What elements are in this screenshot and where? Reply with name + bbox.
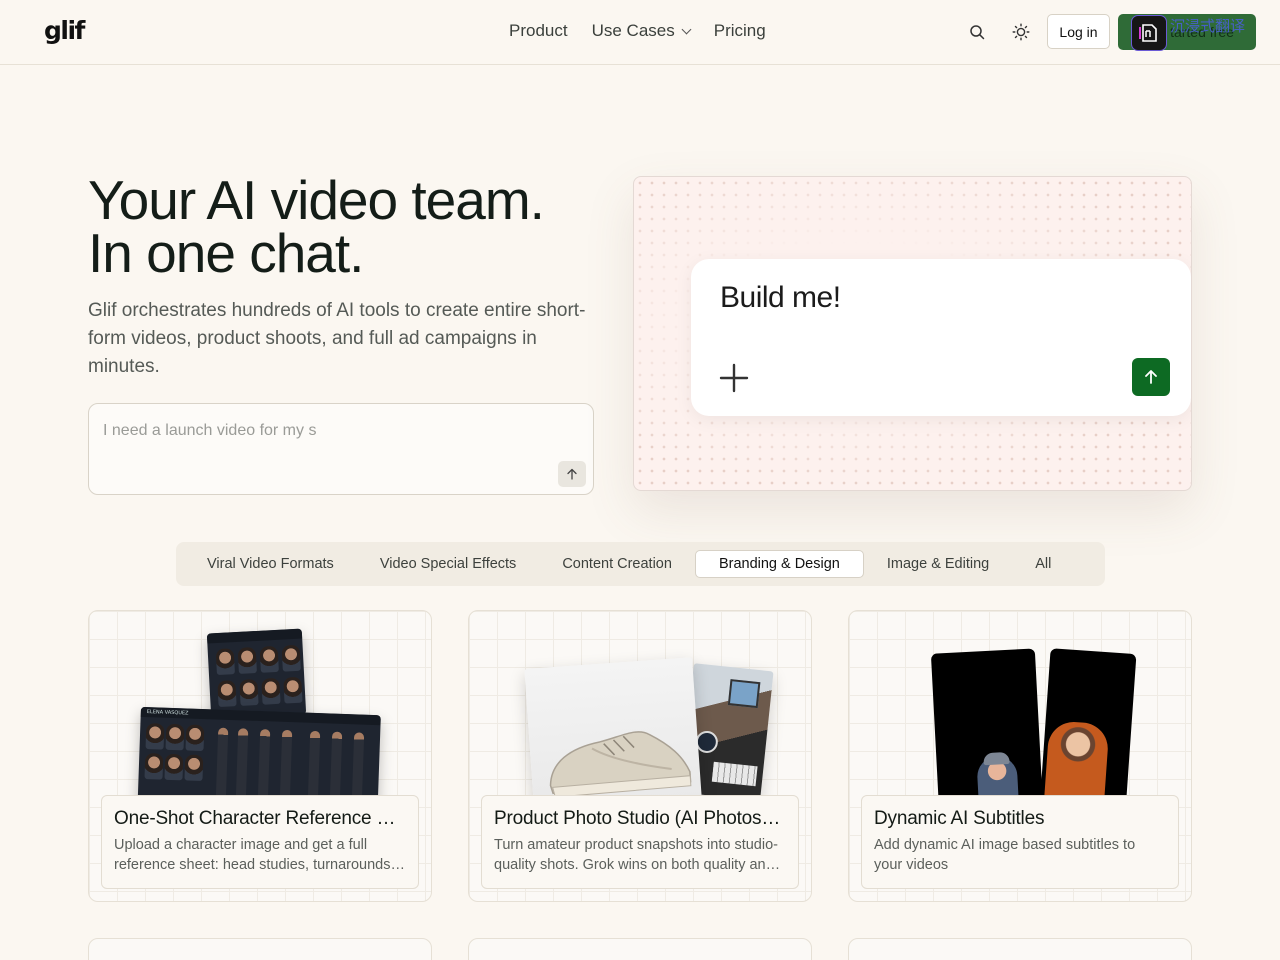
card-dynamic-ai-subtitles[interactable]: Dynamic AI Subtitles Add dynamic AI imag… (848, 610, 1192, 902)
card-row2-3[interactable] (848, 938, 1192, 960)
search-icon (970, 25, 985, 40)
card-title: Product Photo Studio (AI Photoshoot) (494, 808, 786, 829)
get-started-label: tarted free (1170, 24, 1234, 40)
tab-content-creation[interactable]: Content Creation (539, 550, 695, 578)
tab-video-special-effects[interactable]: Video Special Effects (357, 550, 540, 578)
tab-image-editing[interactable]: Image & Editing (864, 550, 1012, 578)
nav-product-label: Product (509, 21, 568, 40)
demo-typed-text: Build me! (720, 281, 841, 314)
sheet-header (206, 628, 303, 644)
prompt-input[interactable]: I need a launch video for my s (88, 403, 594, 495)
nav-pricing-label: Pricing (713, 21, 766, 40)
reference-sheet-small (206, 628, 307, 720)
tab-viral-video-formats[interactable]: Viral Video Formats (184, 550, 357, 578)
nav-product[interactable]: Product (509, 21, 568, 41)
card-character-reference[interactable]: ELENA VASQUEZ One-Shot Character Referen… (88, 610, 432, 902)
tab-all[interactable]: All (1012, 550, 1074, 578)
demo-send-button (1132, 358, 1170, 396)
prompt-placeholder: I need a launch video for my s (103, 422, 317, 439)
sneaker-icon (549, 731, 692, 798)
sun-icon (1012, 23, 1030, 41)
nav-use-cases[interactable]: Use Cases (591, 21, 692, 41)
card-info: Product Photo Studio (AI Photoshoot) Tur… (481, 795, 799, 889)
hero-title: Your AI video team. In one chat. (88, 169, 608, 284)
translate-extension-badge[interactable] (1131, 15, 1167, 51)
prompt-send-button[interactable] (558, 461, 586, 487)
chevron-down-icon (681, 24, 692, 34)
nav-use-cases-label: Use Cases (591, 21, 675, 40)
video-preview-right (1039, 648, 1137, 814)
card-row2-1[interactable] (88, 938, 432, 960)
sneaker-photo (524, 657, 702, 809)
theme-toggle-button[interactable] (1009, 20, 1033, 44)
card-row2-2[interactable] (468, 938, 812, 960)
card-info: Dynamic AI Subtitles Add dynamic AI imag… (861, 795, 1179, 889)
card-description: Upload a character image and get a full … (114, 837, 391, 873)
arrow-up-icon (567, 468, 577, 480)
tab-branding-design[interactable]: Branding & Design (694, 550, 864, 578)
hero-title-line2: In one chat. (88, 222, 364, 284)
card-description: Add dynamic AI image based subtitles to … (874, 837, 1136, 873)
card-title: Dynamic AI Subtitles (874, 808, 1045, 829)
hero-subtitle: Glif orchestrates hundreds of AI tools t… (88, 300, 586, 377)
demo-panel: Build me! (633, 176, 1192, 491)
video-preview-left (930, 648, 1044, 814)
nav-pricing[interactable]: Pricing (714, 21, 766, 41)
card-description: Turn amateur product snapshots into stud… (494, 837, 778, 873)
arrow-up-icon (1145, 370, 1157, 384)
hero-title-line1: Your AI video team. (88, 169, 545, 231)
main-nav: Product Use Cases Pricing (509, 21, 766, 41)
search-button[interactable] (965, 20, 989, 44)
card-product-photo-studio[interactable]: Product Photo Studio (AI Photoshoot) Tur… (468, 610, 812, 902)
card-title: One-Shot Character Reference Sheet (114, 808, 406, 829)
glif-logo[interactable]: glif (44, 16, 85, 45)
translate-icon (1139, 24, 1157, 42)
login-button[interactable]: Log in (1047, 14, 1110, 49)
demo-chat-card: Build me! (691, 259, 1191, 416)
site-header: glif Product Use Cases Pricing Log in ta… (0, 0, 1280, 65)
category-tabs: Viral Video Formats Video Special Effect… (176, 542, 1105, 586)
card-info: One-Shot Character Reference Sheet Uploa… (101, 795, 419, 889)
plus-icon (719, 363, 749, 393)
